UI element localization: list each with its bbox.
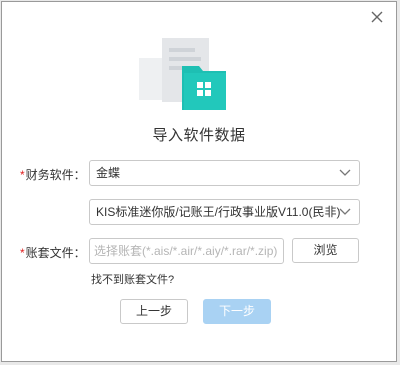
folder-document-icon — [139, 32, 247, 112]
browse-button[interactable]: 浏览 — [292, 238, 359, 263]
file-label: *账套文件： — [20, 244, 86, 261]
software-select-value: 金蝶 — [96, 166, 121, 180]
file-label-text: 账套文件： — [25, 246, 86, 260]
chevron-down-icon — [339, 169, 351, 177]
required-star: * — [20, 168, 25, 182]
missing-file-link[interactable]: 找不到账套文件? — [91, 271, 174, 287]
dialog-title: 导入软件数据 — [152, 127, 246, 144]
required-star: * — [20, 246, 25, 260]
prev-step-button[interactable]: 上一步 — [120, 299, 188, 324]
chevron-down-icon — [339, 208, 351, 216]
software-select[interactable]: 金蝶 — [89, 160, 360, 186]
version-select-value: KIS标准迷你版/记账王/行政事业版V11.0(民非) — [96, 205, 341, 219]
software-label-text: 财务软件： — [25, 168, 86, 182]
file-path-input[interactable]: 选择账套(*.ais/*.air/*.aiy/*.rar/*.zip) — [89, 238, 284, 264]
next-step-button[interactable]: 下一步 — [203, 299, 271, 324]
software-label: *财务软件： — [20, 166, 86, 183]
import-dialog: 导入软件数据 *财务软件： 金蝶 KIS标准迷你版/记账王/行政事业版V11.0… — [1, 1, 397, 362]
close-icon[interactable] — [370, 10, 384, 24]
version-select[interactable]: KIS标准迷你版/记账王/行政事业版V11.0(民非) — [89, 199, 360, 225]
